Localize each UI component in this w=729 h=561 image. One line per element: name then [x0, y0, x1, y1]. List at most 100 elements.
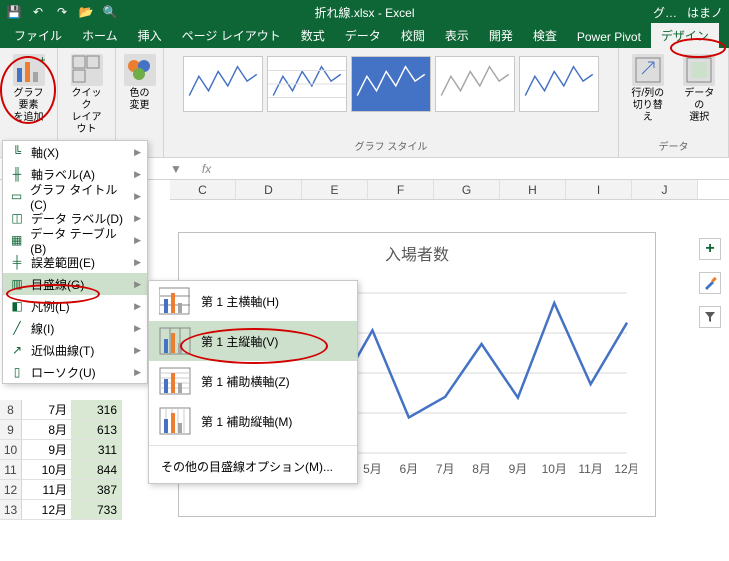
- menu-chart-title[interactable]: ▭グラフ タイトル(C)▶: [3, 185, 147, 207]
- chevron-right-icon: ▶: [134, 345, 141, 356]
- menu-updown-bars[interactable]: ▯ローソク(U)▶: [3, 361, 147, 383]
- style-thumb-3[interactable]: [351, 56, 431, 112]
- tab-design[interactable]: デザイン: [651, 23, 719, 48]
- col-D[interactable]: D: [236, 180, 302, 199]
- change-colors-button[interactable]: 色の 変更: [120, 52, 160, 114]
- window-title: 折れ線.xlsx - Excel: [314, 4, 414, 21]
- table-row: 1312月733: [0, 500, 122, 520]
- col-F[interactable]: F: [368, 180, 434, 199]
- style-thumb-1[interactable]: [183, 56, 263, 112]
- style-thumb-5[interactable]: [519, 56, 599, 112]
- menu-trendline[interactable]: ↗近似曲線(T)▶: [3, 339, 147, 361]
- chevron-right-icon: ▶: [134, 367, 141, 378]
- gridlines-icon: ▥: [9, 276, 25, 292]
- open-icon[interactable]: 📂: [78, 4, 94, 20]
- tab-home[interactable]: ホーム: [72, 23, 128, 48]
- svg-text:5月: 5月: [363, 462, 382, 476]
- name-box-dropdown-icon[interactable]: ▼: [170, 162, 182, 176]
- separator: [149, 445, 357, 446]
- menu-gridlines[interactable]: ▥目盛線(G)▶: [3, 273, 147, 295]
- column-headers: C D E F G H I J: [170, 180, 729, 200]
- undo-icon[interactable]: ↶: [30, 4, 46, 20]
- svg-text:6月: 6月: [399, 462, 418, 476]
- styles-group-label: グラフ スタイル: [355, 136, 428, 153]
- chart-title-icon: ▭: [9, 188, 24, 204]
- fx-icon[interactable]: fx: [202, 162, 211, 176]
- error-bars-icon: ╪: [9, 254, 25, 270]
- add-chart-element-button[interactable]: + グラフ要素 を追加: [6, 52, 51, 126]
- redo-icon[interactable]: ↷: [54, 4, 70, 20]
- chevron-right-icon: ▶: [134, 279, 141, 290]
- quick-layout-button[interactable]: クイック レイアウト: [64, 52, 109, 138]
- switch-row-col-button[interactable]: 行/列の 切り替え: [625, 52, 671, 126]
- chevron-right-icon: ▶: [134, 301, 141, 312]
- data-label-icon: ◫: [9, 210, 25, 226]
- chevron-right-icon: ▶: [134, 169, 141, 180]
- submenu-primary-minor-horizontal[interactable]: 第 1 補助横軸(Z): [149, 361, 357, 401]
- col-J[interactable]: J: [632, 180, 698, 199]
- chart-brush-button[interactable]: [699, 272, 721, 294]
- menu-legend[interactable]: ◧凡例(L)▶: [3, 295, 147, 317]
- col-I[interactable]: I: [566, 180, 632, 199]
- menu-lines[interactable]: ╱線(I)▶: [3, 317, 147, 339]
- chart-plus-button[interactable]: +: [699, 238, 721, 260]
- table-row: 98月613: [0, 420, 122, 440]
- menu-axis[interactable]: ╚軸(X)▶: [3, 141, 147, 163]
- submenu-primary-minor-vertical[interactable]: 第 1 補助縦軸(M): [149, 401, 357, 441]
- chart-side-buttons: +: [699, 238, 721, 328]
- tab-powerpivot[interactable]: Power Pivot: [567, 26, 651, 48]
- chevron-right-icon: ▶: [134, 191, 141, 202]
- chart-title[interactable]: 入場者数: [179, 233, 655, 273]
- tab-file[interactable]: ファイル: [4, 23, 72, 48]
- submenu-primary-major-horizontal[interactable]: 第 1 主横軸(H): [149, 281, 357, 321]
- chevron-right-icon: ▶: [134, 147, 141, 158]
- tab-pagelayout[interactable]: ページ レイアウト: [172, 23, 291, 48]
- ribbon-tabs: ファイル ホーム 挿入 ページ レイアウト 数式 データ 校閲 表示 開発 検査…: [0, 24, 729, 48]
- style-thumb-2[interactable]: [267, 56, 347, 112]
- tab-formulas[interactable]: 数式: [291, 23, 335, 48]
- tab-view[interactable]: 表示: [435, 23, 479, 48]
- grid-v-minor-icon: [159, 407, 191, 435]
- menu-data-table[interactable]: ▦データ テーブル(B)▶: [3, 229, 147, 251]
- save-icon[interactable]: 💾: [6, 4, 22, 20]
- table-row: 109月311: [0, 440, 122, 460]
- table-row: 87月316: [0, 400, 122, 420]
- data-group-label: データ: [659, 136, 689, 153]
- legend-icon: ◧: [9, 298, 25, 314]
- quick-access-toolbar: 💾 ↶ ↷ 📂 🔍 折れ線.xlsx - Excel グ… はまノ: [0, 0, 729, 24]
- tab-data[interactable]: データ: [335, 23, 391, 48]
- select-data-button[interactable]: データの 選択: [677, 52, 723, 126]
- style-thumb-4[interactable]: [435, 56, 515, 112]
- chart-filter-button[interactable]: [699, 306, 721, 328]
- grid-h-major-icon: [159, 287, 191, 315]
- chevron-right-icon: ▶: [134, 257, 141, 268]
- submenu-primary-major-vertical[interactable]: 第 1 主縦軸(V): [149, 321, 357, 361]
- chevron-right-icon: ▶: [134, 235, 141, 246]
- svg-text:9月: 9月: [509, 462, 528, 476]
- ribbon-group-styles: グラフ スタイル: [164, 48, 619, 157]
- tab-inquire[interactable]: 検査: [523, 23, 567, 48]
- tab-insert[interactable]: 挿入: [128, 23, 172, 48]
- svg-text:8月: 8月: [472, 462, 491, 476]
- preview-icon[interactable]: 🔍: [102, 4, 118, 20]
- grid-rows: 87月316 98月613 109月311 1110月844 1211月387 …: [0, 400, 122, 520]
- ribbon-group-data: 行/列の 切り替え データの 選択 データ: [619, 48, 729, 157]
- table-row: 1211月387: [0, 480, 122, 500]
- tab-review[interactable]: 校閲: [391, 23, 435, 48]
- svg-text:10月: 10月: [542, 462, 567, 476]
- col-C[interactable]: C: [170, 180, 236, 199]
- col-G[interactable]: G: [434, 180, 500, 199]
- add-element-dropdown: ╚軸(X)▶ ╫軸ラベル(A)▶ ▭グラフ タイトル(C)▶ ◫データ ラベル(…: [2, 140, 148, 384]
- col-E[interactable]: E: [302, 180, 368, 199]
- tab-developer[interactable]: 開発: [479, 23, 523, 48]
- gridlines-submenu: 第 1 主横軸(H) 第 1 主縦軸(V) 第 1 補助横軸(Z) 第 1 補助…: [148, 280, 358, 484]
- menu-error-bars[interactable]: ╪誤差範囲(E)▶: [3, 251, 147, 273]
- col-H[interactable]: H: [500, 180, 566, 199]
- data-table-icon: ▦: [9, 232, 24, 248]
- chevron-right-icon: ▶: [134, 323, 141, 334]
- trendline-icon: ↗: [9, 342, 25, 358]
- chevron-right-icon: ▶: [134, 213, 141, 224]
- chart-styles-gallery[interactable]: [179, 52, 603, 136]
- submenu-more-options[interactable]: その他の目盛線オプション(M)...: [149, 450, 357, 483]
- lines-icon: ╱: [9, 320, 25, 336]
